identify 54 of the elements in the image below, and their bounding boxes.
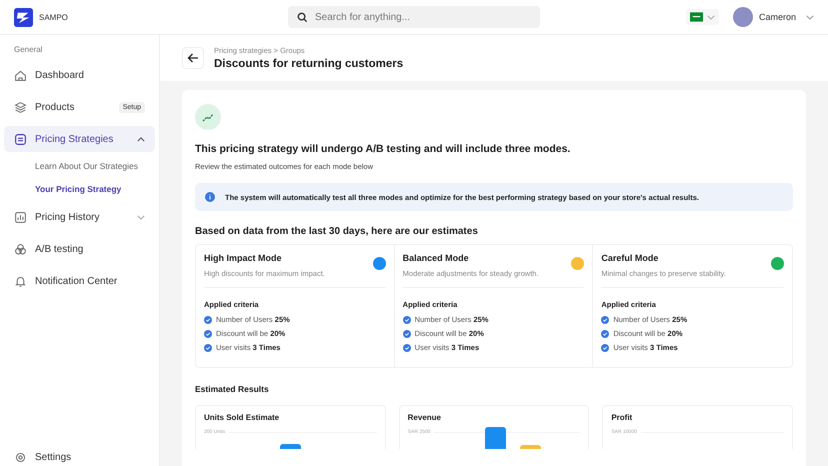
intro-title: This pricing strategy will undergo A/B testing and will include three modes. [195, 143, 572, 155]
avatar[interactable] [732, 7, 753, 27]
check-icon [402, 316, 411, 324]
section-heading: Estimated Results [195, 384, 270, 394]
brand-name: SAMPO [39, 12, 68, 22]
chart-icon [14, 210, 27, 224]
check-icon [601, 344, 610, 352]
back-button[interactable] [182, 47, 204, 69]
chevron-down-icon [806, 14, 814, 20]
check-icon [402, 330, 411, 338]
flag-icon [690, 12, 703, 22]
chart-bar [484, 427, 506, 449]
nav-item[interactable]: A/B testing [4, 236, 155, 262]
section-heading: Based on data from the last 30 days, here are our estimates [195, 226, 479, 237]
check-icon [601, 316, 610, 324]
arrow-left-icon [187, 52, 199, 64]
chart-title: Revenue [408, 413, 442, 422]
section-label: General [13, 45, 44, 54]
stack-icon [14, 100, 27, 114]
chart-title: Profit [611, 413, 634, 422]
page-title: Discounts for returning customers [214, 58, 404, 70]
chart-bar [280, 444, 301, 449]
logo-icon [14, 8, 33, 26]
check-icon [204, 344, 212, 352]
sub-nav-item[interactable]: Learn About Our Strategies [4, 158, 155, 175]
check-icon [204, 330, 212, 338]
nav-item[interactable]: Settings [4, 448, 155, 466]
check-icon [601, 330, 610, 338]
trend-icon [195, 104, 221, 130]
home-icon [14, 68, 27, 82]
chevron-down-icon [706, 14, 715, 20]
settings-icon [14, 450, 27, 464]
user-name[interactable]: Cameron [758, 12, 796, 22]
check-icon [204, 316, 212, 324]
check-icon [402, 344, 411, 352]
info-icon [205, 192, 215, 202]
mode-name: Careful Mode [601, 253, 660, 263]
bell-icon [14, 274, 27, 288]
nav-item[interactable]: Pricing Strategies [4, 126, 155, 152]
chart-bar [520, 445, 541, 449]
nav-item[interactable]: Pricing History [4, 204, 155, 230]
language-selector[interactable] [686, 9, 719, 25]
sub-nav-item[interactable]: Your Pricing Strategy [4, 181, 155, 198]
search-field[interactable]: Search for anything... [288, 6, 540, 28]
circles-icon [14, 242, 27, 256]
search-icon [297, 12, 308, 22]
chevron-down-icon[interactable] [137, 214, 145, 220]
chart-title: Units Sold Estimate [204, 413, 280, 422]
list-icon [14, 132, 27, 146]
nav-item[interactable]: Notification Center [4, 268, 155, 294]
mode-name: High Impact Mode [204, 253, 283, 263]
mode-name: Balanced Mode [402, 253, 470, 263]
chevron-up-icon[interactable] [137, 136, 145, 142]
nav-item[interactable]: Dashboard [4, 62, 155, 88]
